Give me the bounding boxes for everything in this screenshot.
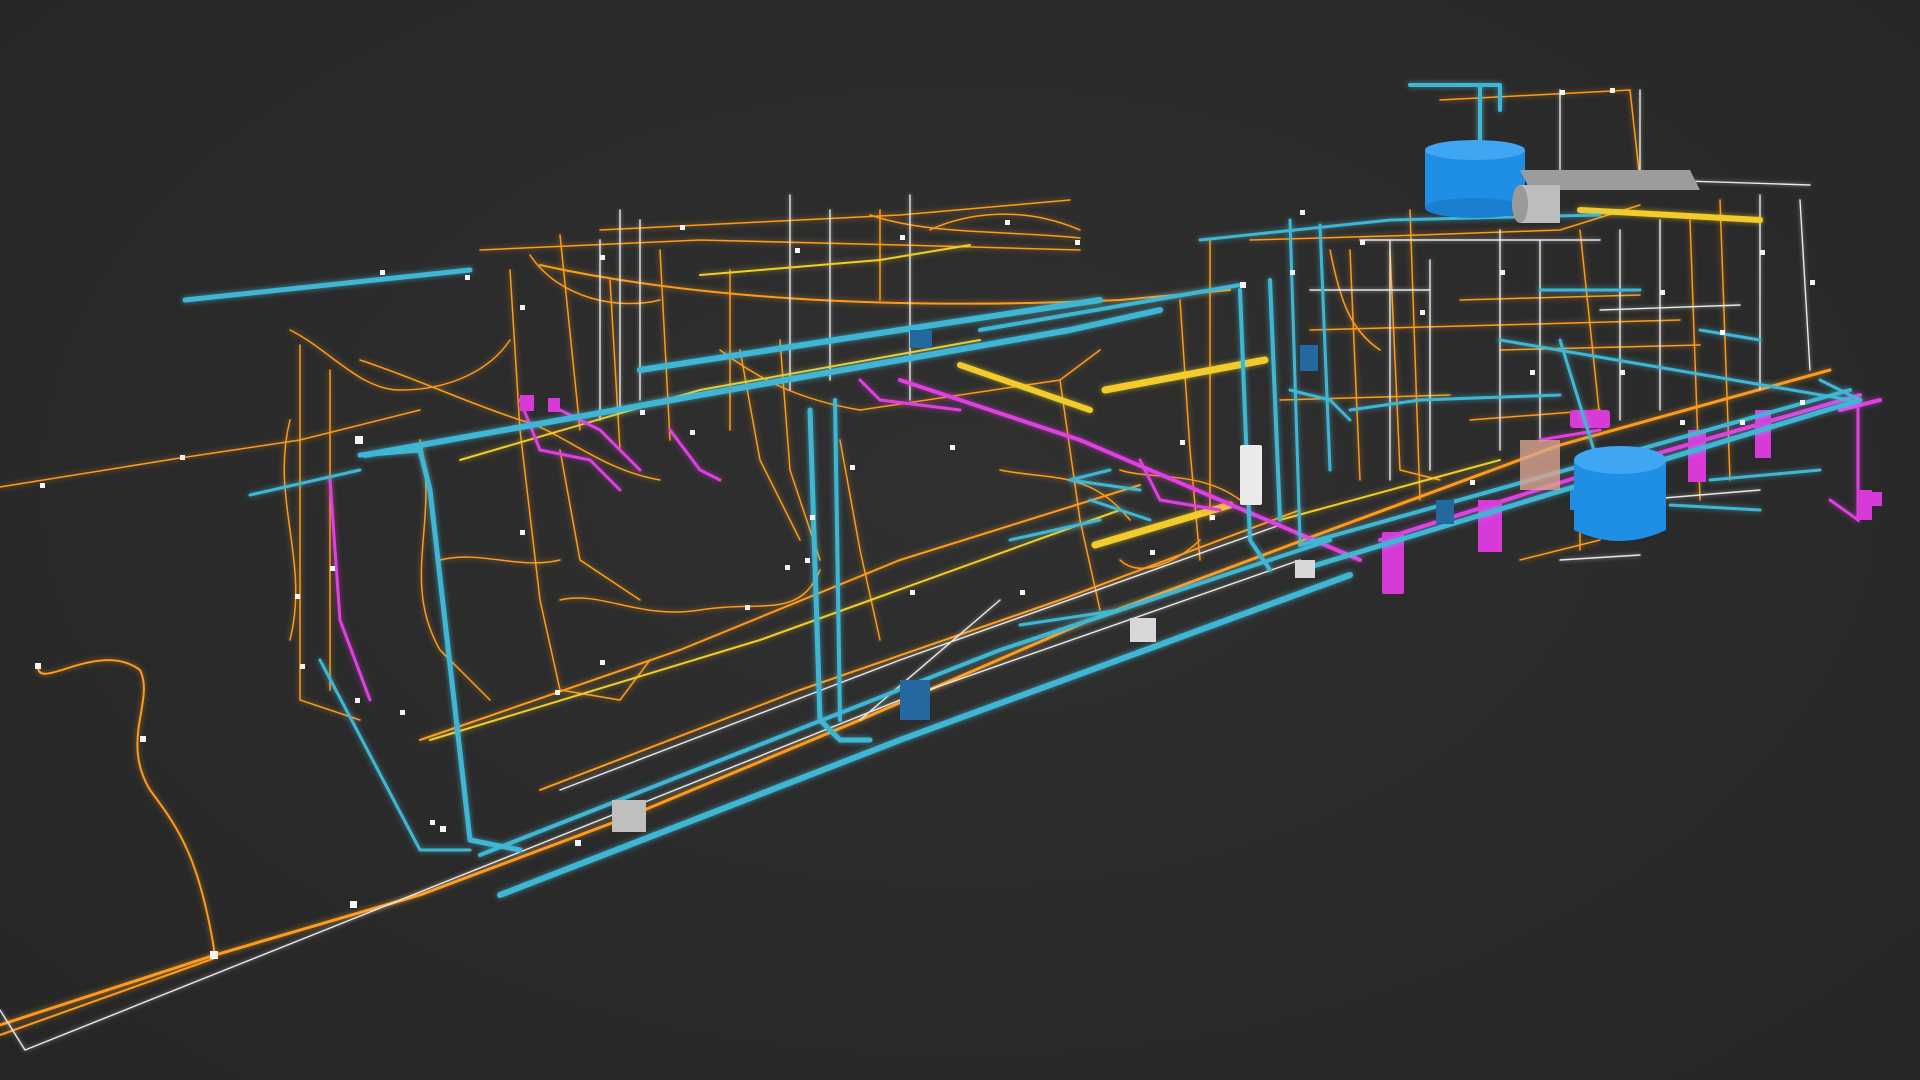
3d-viewport[interactable]	[0, 0, 1920, 1080]
electrical-conduits	[0, 89, 1832, 1036]
mep-model-render[interactable]	[0, 0, 1920, 1080]
drainage-fixtures	[520, 395, 1882, 594]
rooftop-water-tank[interactable]	[1425, 140, 1525, 218]
low-voltage-lines	[0, 89, 1811, 1051]
